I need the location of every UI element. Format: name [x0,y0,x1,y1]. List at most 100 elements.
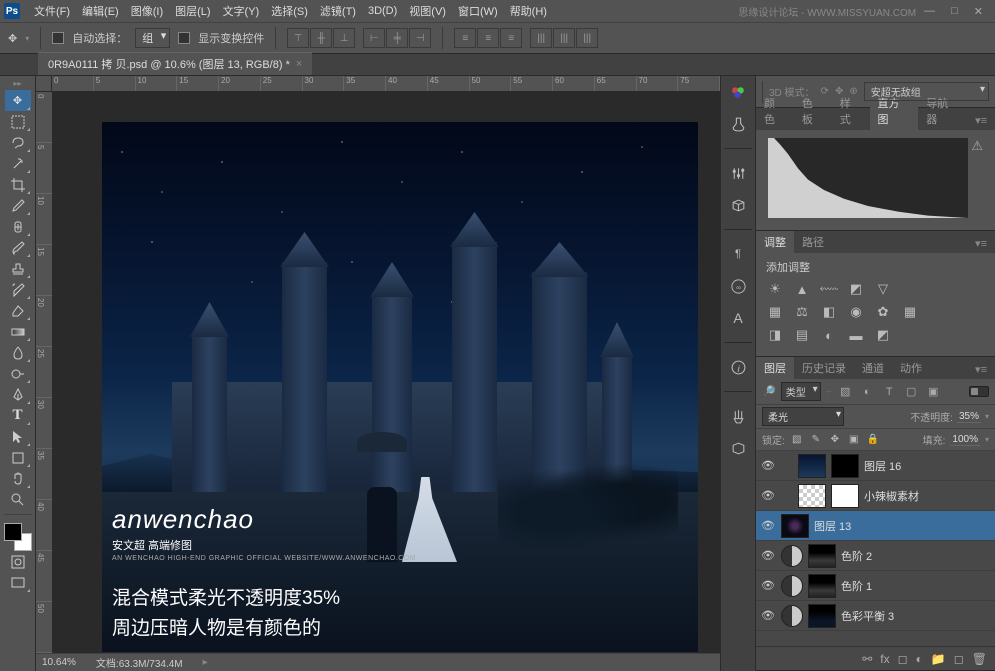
pen-tool[interactable] [5,384,31,405]
link-layers-icon[interactable]: ⚯ [862,652,872,666]
panel-menu-icon[interactable]: ▾≡ [967,111,995,130]
threshold-icon[interactable]: ◐ [820,327,838,343]
autoselect-dropdown[interactable]: 组 [135,28,170,48]
document-tab[interactable]: 0R9A0111 拷 贝.psd @ 10.6% (图层 13, RGB/8) … [38,52,312,75]
vibrance-icon[interactable]: ▽ [874,281,892,297]
layer-mask[interactable] [808,574,836,598]
tab-layers[interactable]: 图层 [756,357,794,379]
filter-smart-icon[interactable]: ▣ [925,384,942,399]
layer-thumb[interactable] [781,514,809,538]
dist-6-icon[interactable]: ||| [576,28,598,48]
lock-pixels-icon[interactable]: ▧ [790,434,804,445]
photofilter-icon[interactable]: ◉ [847,304,865,320]
hand-tool[interactable] [5,468,31,489]
mask-icon[interactable]: ◻ [898,652,908,666]
layer-mask[interactable] [808,604,836,628]
layer-row[interactable]: 👁 色彩平衡 3 [756,601,995,631]
align-left-icon[interactable]: ⊢ [363,28,385,48]
align-top-icon[interactable]: ⊤ [287,28,309,48]
color-swatches[interactable] [4,523,32,551]
dock-cc-icon[interactable]: ∞ [726,274,750,298]
histogram-warning-icon[interactable]: ⚠ [971,138,983,154]
maximize-button[interactable]: □ [943,3,966,19]
dock-color-icon[interactable] [726,80,750,104]
tab-history[interactable]: 历史记录 [794,357,854,379]
move-tool[interactable]: ✥ [5,90,31,111]
tab-close-icon[interactable]: × [296,58,302,70]
history-brush-tool[interactable] [5,279,31,300]
dock-swatches-icon[interactable] [726,112,750,136]
colorlookup-icon[interactable]: ▦ [901,304,919,320]
layer-thumb[interactable] [798,484,826,508]
wand-tool[interactable] [5,153,31,174]
align-vcenter-icon[interactable]: ╫ [310,28,332,48]
dock-adjustments-icon[interactable] [726,161,750,185]
marquee-tool[interactable] [5,111,31,132]
layer-name[interactable]: 色阶 1 [841,578,872,594]
hue-icon[interactable]: ▦ [766,304,784,320]
layer-mask[interactable] [831,454,859,478]
fill-value[interactable]: 100% [950,434,980,446]
adjustment-icon[interactable] [781,605,803,627]
dist-1-icon[interactable]: ≡ [454,28,476,48]
filter-toggle[interactable] [969,386,989,397]
layer-row[interactable]: 👁 色阶 1 [756,571,995,601]
transform-checkbox[interactable] [178,32,190,44]
balance-icon[interactable]: ⚖ [793,304,811,320]
invert-icon[interactable]: ◨ [766,327,784,343]
layer-row-selected[interactable]: 👁 图层 13 [756,511,995,541]
menu-layer[interactable]: 图层(L) [169,1,216,21]
layer-name[interactable]: 小辣椒素材 [864,488,919,504]
menu-select[interactable]: 选择(S) [265,1,314,21]
menu-3d[interactable]: 3D(D) [362,3,403,19]
lock-artboard-icon[interactable]: ▣ [847,434,861,445]
close-button[interactable]: ✕ [966,3,991,20]
menu-help[interactable]: 帮助(H) [504,1,553,21]
tab-adjustments[interactable]: 调整 [756,231,794,253]
bw-icon[interactable]: ◧ [820,304,838,320]
minimize-button[interactable]: — [916,3,943,19]
menu-type[interactable]: 文字(Y) [217,1,266,21]
layer-name[interactable]: 图层 13 [814,518,851,534]
lock-paint-icon[interactable]: ✎ [809,434,823,445]
eyedropper-tool[interactable] [5,195,31,216]
panel-menu-icon[interactable]: ▾≡ [967,360,995,379]
adjustment-icon[interactable] [781,545,803,567]
dock-styles-icon[interactable] [726,193,750,217]
layer-mask[interactable] [808,544,836,568]
lock-position-icon[interactable]: ✥ [828,434,842,445]
menu-filter[interactable]: 滤镜(T) [314,1,362,21]
brush-tool[interactable] [5,237,31,258]
lasso-tool[interactable] [5,132,31,153]
stamp-tool[interactable] [5,258,31,279]
toolbox-expand[interactable] [2,78,34,88]
visibility-icon[interactable]: 👁 [760,519,776,532]
eraser-tool[interactable] [5,300,31,321]
path-select-tool[interactable] [5,426,31,447]
fx-icon[interactable]: fx [880,652,889,666]
selective-icon[interactable]: ◩ [874,327,892,343]
shape-tool[interactable] [5,447,31,468]
opacity-value[interactable]: 35% [957,411,981,423]
filter-shape-icon[interactable]: ▢ [903,384,920,399]
visibility-icon[interactable]: 👁 [760,579,776,592]
visibility-icon[interactable]: 👁 [760,549,776,562]
lock-all-icon[interactable]: 🔒 [866,434,880,445]
tab-color[interactable]: 颜色 [756,92,794,130]
tab-paths[interactable]: 路径 [794,231,832,253]
layer-name[interactable]: 图层 16 [864,458,901,474]
menu-image[interactable]: 图像(I) [125,1,169,21]
dist-4-icon[interactable]: ||| [530,28,552,48]
align-right-icon[interactable]: ⊣ [409,28,431,48]
gradient-tool[interactable] [5,321,31,342]
align-bottom-icon[interactable]: ⊥ [333,28,355,48]
layer-name[interactable]: 色彩平衡 3 [841,608,894,624]
tab-swatches[interactable]: 色板 [794,92,832,130]
menu-edit[interactable]: 编辑(E) [76,1,125,21]
dock-paragraph-icon[interactable]: ¶ [726,242,750,266]
dock-3d-icon[interactable] [726,436,750,460]
align-hcenter-icon[interactable]: ╪ [386,28,408,48]
menu-window[interactable]: 窗口(W) [452,1,504,21]
dodge-tool[interactable] [5,363,31,384]
filter-kind-dropdown[interactable]: 类型 [781,382,821,401]
